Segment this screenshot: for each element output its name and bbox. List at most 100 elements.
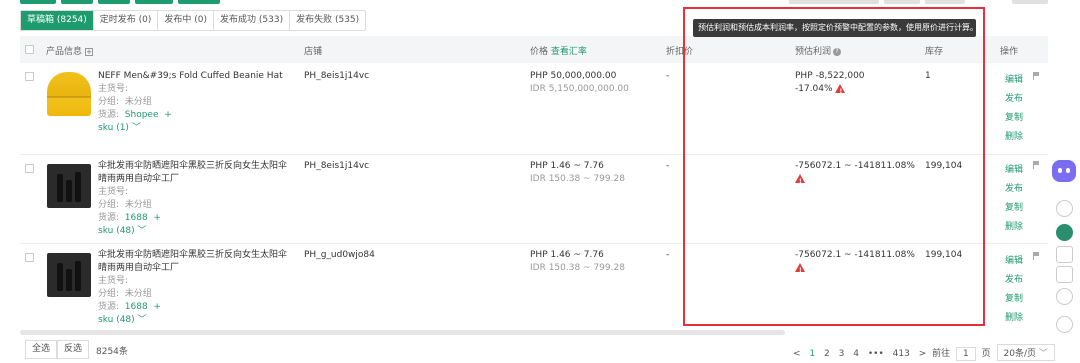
pagination: < 1 2 3 4 ••• 413 > 前往 1 页 20条/页 ﹀: [790, 344, 1058, 361]
assistant-robot-icon[interactable]: [1052, 160, 1076, 182]
select-all-checkbox[interactable]: [25, 45, 34, 54]
page-size-select[interactable]: 20条/页 ﹀: [996, 344, 1055, 361]
tab-scheduled[interactable]: 定时发布 (0): [94, 11, 159, 30]
edit-button[interactable]: 编辑: [1005, 252, 1023, 271]
tab-failed[interactable]: 发布失败 (535): [290, 11, 365, 30]
sku-toggle[interactable]: sku (48) ﹀: [98, 314, 290, 327]
toolbar-button-4[interactable]: [135, 0, 173, 4]
page-2[interactable]: 2: [824, 349, 830, 359]
page-ellipsis[interactable]: •••: [868, 349, 884, 359]
sku-toggle[interactable]: sku (48) ﹀: [98, 225, 290, 238]
toolbar-button-2[interactable]: [61, 0, 93, 4]
product-title[interactable]: 伞批发雨伞防晒遮阳伞黑胶三折反向女生太阳伞晴雨两用自动伞工厂: [98, 249, 290, 275]
publish-button[interactable]: 发布: [1005, 90, 1023, 109]
product-title[interactable]: 伞批发雨伞防晒遮阳伞黑胶三折反向女生太阳伞晴雨两用自动伞工厂: [98, 160, 290, 186]
source-link[interactable]: 1688: [125, 213, 148, 223]
sku-code-label: 主货号:: [98, 84, 129, 94]
discount-price: -: [666, 71, 670, 81]
notes-icon[interactable]: [1056, 200, 1073, 217]
edit-button[interactable]: 编辑: [1005, 161, 1023, 180]
copy-button[interactable]: 复制: [1005, 199, 1023, 218]
toolbar-button-9[interactable]: [1012, 0, 1048, 4]
sku-code-label: 主货号:: [98, 276, 129, 286]
row-checkbox[interactable]: [25, 253, 34, 262]
table-footer: 全选 反选 8254条 < 1 2 3 4 ••• 413 > 前往 1 页 2…: [20, 340, 1055, 361]
table-row: 伞批发雨伞防晒遮阳伞黑胶三折反向女生太阳伞晴雨两用自动伞工厂 主货号: 分组: …: [20, 244, 1048, 328]
delete-button[interactable]: 删除: [1005, 218, 1023, 237]
estimated-profit: -756072.1 ~ -141811.08%: [795, 160, 915, 188]
chat-icon[interactable]: [1056, 266, 1073, 283]
warning-icon[interactable]: [835, 84, 846, 98]
edit-button[interactable]: 编辑: [1005, 71, 1023, 90]
row-checkbox[interactable]: [25, 164, 34, 173]
product-title[interactable]: NEFF Men&#39;s Fold Cuffed Beanie Hat: [98, 70, 283, 83]
toolbar-button-7[interactable]: [884, 0, 920, 4]
page-last[interactable]: 413: [893, 349, 910, 359]
page-3[interactable]: 3: [839, 349, 845, 359]
warning-icon[interactable]: [795, 263, 805, 277]
delete-button[interactable]: 删除: [1005, 128, 1023, 147]
product-image: [47, 164, 91, 208]
discount-price: -: [666, 161, 670, 171]
publish-button[interactable]: 发布: [1005, 271, 1023, 290]
back-to-top-icon[interactable]: [1056, 316, 1073, 333]
expand-icon[interactable]: +: [85, 47, 94, 56]
page-input[interactable]: 1: [956, 347, 976, 361]
prev-page-icon[interactable]: <: [793, 349, 801, 359]
store-name: PH_g_ud0wjo84: [304, 250, 375, 260]
price: PHP 1.46 ~ 7.76 IDR 150.38 ~ 799.28: [530, 250, 625, 273]
discount-price: -: [666, 250, 670, 260]
info-icon[interactable]: ?: [833, 47, 842, 56]
chevron-down-icon: ﹀: [137, 315, 147, 325]
source-line: 货源: Shopee +: [98, 110, 172, 120]
copy-button[interactable]: 复制: [1005, 290, 1023, 309]
refresh-icon[interactable]: [1056, 288, 1073, 305]
product-info: 伞批发雨伞防晒遮阳伞黑胶三折反向女生太阳伞晴雨两用自动伞工厂 主货号: 分组: …: [98, 249, 290, 327]
flag-icon[interactable]: [1033, 252, 1039, 260]
flag-icon[interactable]: [1033, 161, 1039, 169]
total-count: 8254条: [96, 347, 128, 357]
invert-selection-button[interactable]: 反选: [57, 340, 90, 359]
row-actions: 编辑 发布 复制 删除: [1005, 71, 1023, 147]
table-row: 伞批发雨伞防晒遮阳伞黑胶三折反向女生太阳伞晴雨两用自动伞工厂 主货号: 分组: …: [20, 155, 1048, 244]
group-line: 分组: 未分组: [98, 97, 152, 107]
chevron-down-icon: ﹀: [137, 226, 147, 236]
toolbar-button-5[interactable]: [178, 0, 220, 4]
page-unit: 页: [981, 349, 991, 359]
tab-draft[interactable]: 草稿箱 (8254): [21, 11, 94, 30]
source-link[interactable]: Shopee: [125, 110, 159, 120]
row-checkbox[interactable]: [25, 72, 34, 81]
group-line: 分组: 未分组: [98, 200, 152, 210]
add-source-icon[interactable]: +: [153, 213, 161, 223]
toolbar-button-8[interactable]: [925, 0, 965, 4]
horizontal-scrollbar[interactable]: [20, 330, 785, 335]
sku-toggle[interactable]: sku (1) ﹀: [98, 122, 283, 135]
source-link[interactable]: 1688: [125, 302, 148, 312]
stock: 1: [925, 71, 931, 81]
page-1[interactable]: 1: [809, 349, 815, 359]
product-info: NEFF Men&#39;s Fold Cuffed Beanie Hat 主货…: [98, 70, 283, 135]
exchange-rate-link[interactable]: 查看汇率: [551, 47, 587, 57]
toolbar-button-6[interactable]: [789, 0, 879, 4]
toolbar-button-3[interactable]: [98, 0, 130, 4]
estimated-profit: PHP -8,522,000 -17.04%: [795, 70, 865, 98]
warning-icon[interactable]: [795, 174, 805, 188]
stock: 199,104: [925, 250, 963, 260]
page-4[interactable]: 4: [853, 349, 859, 359]
tab-published[interactable]: 发布成功 (533): [214, 11, 291, 30]
status-tabs: 草稿箱 (8254) 定时发布 (0) 发布中 (0) 发布成功 (533) 发…: [20, 10, 367, 31]
save-icon[interactable]: [1056, 246, 1073, 263]
header-price: 价格 查看汇率: [530, 47, 587, 57]
next-page-icon[interactable]: >: [919, 349, 927, 359]
flag-icon[interactable]: [1033, 72, 1039, 80]
add-source-icon[interactable]: +: [164, 110, 172, 120]
chevron-down-icon: ﹀: [1038, 349, 1048, 359]
select-all-button[interactable]: 全选: [25, 340, 58, 359]
copy-button[interactable]: 复制: [1005, 109, 1023, 128]
publish-button[interactable]: 发布: [1005, 180, 1023, 199]
avatar[interactable]: [1056, 224, 1073, 241]
delete-button[interactable]: 删除: [1005, 309, 1023, 328]
toolbar-button-1[interactable]: [20, 0, 56, 4]
tab-publishing[interactable]: 发布中 (0): [158, 11, 215, 30]
add-source-icon[interactable]: +: [153, 302, 161, 312]
